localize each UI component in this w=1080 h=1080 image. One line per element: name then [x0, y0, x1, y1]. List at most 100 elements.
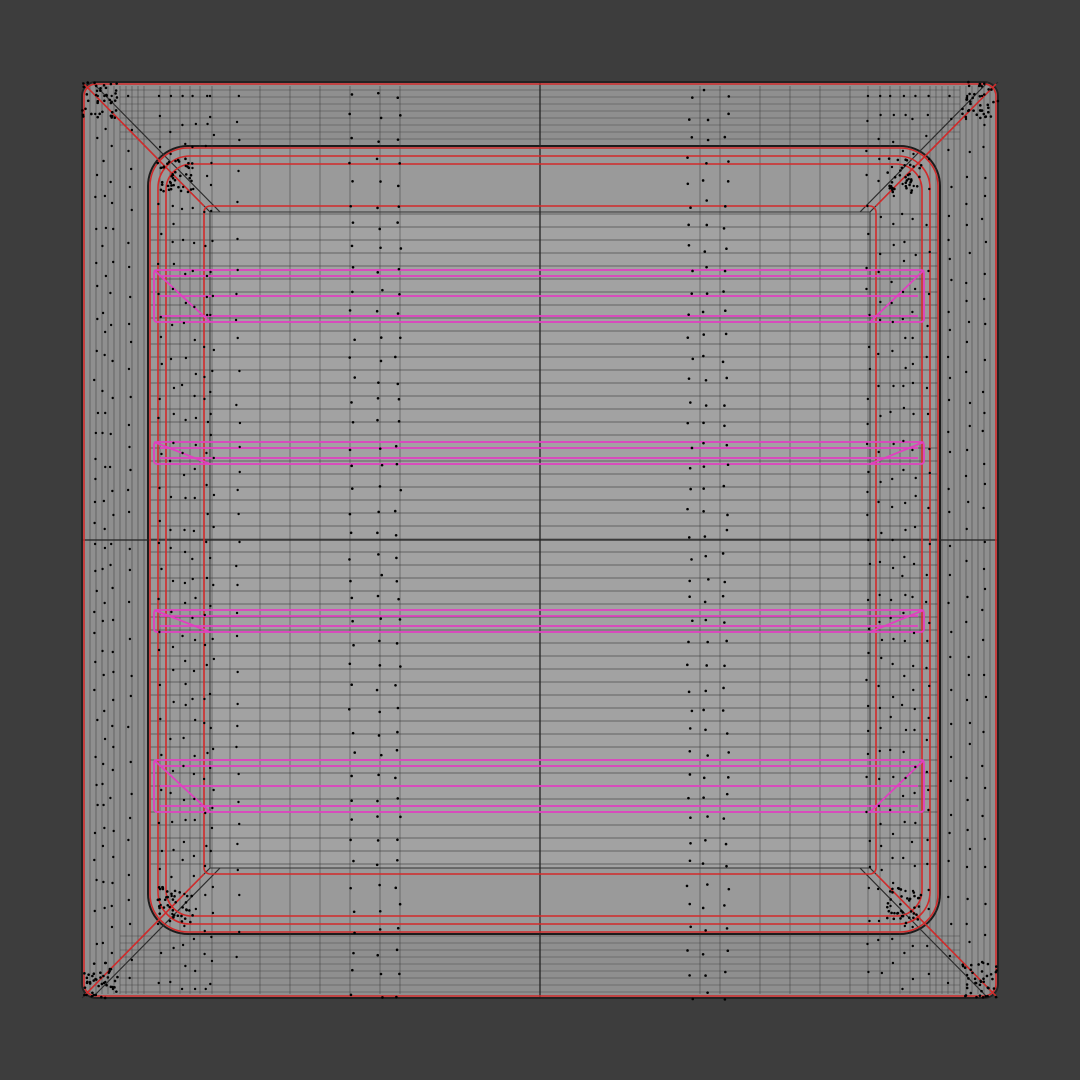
vertex [906, 173, 910, 177]
vertex [114, 89, 118, 92]
vertex [156, 898, 160, 902]
3d-viewport[interactable] [0, 0, 1080, 1080]
vertex [110, 100, 113, 104]
vertex [193, 969, 197, 973]
vertex [981, 814, 984, 818]
vertex [351, 968, 354, 972]
vertex [904, 336, 907, 340]
vertex [724, 205, 727, 208]
vertex [877, 804, 881, 808]
vertex [127, 367, 131, 371]
vertex [992, 100, 995, 104]
vertex [206, 122, 209, 126]
wireframe-mesh[interactable] [0, 0, 1080, 1080]
vertex [112, 513, 115, 517]
vertex [184, 964, 187, 968]
vertex [347, 707, 351, 711]
vertex [99, 976, 102, 979]
vertex [113, 99, 117, 102]
vertex [96, 115, 100, 119]
vertex [925, 738, 929, 742]
vertex [157, 648, 161, 652]
vertex [706, 883, 709, 886]
vertex [348, 112, 351, 116]
vertex [204, 144, 208, 148]
vertex [980, 960, 984, 964]
vertex [904, 113, 907, 117]
vertex [110, 110, 114, 114]
vertex [348, 161, 351, 165]
vertex [947, 238, 950, 242]
vertex [203, 721, 206, 725]
vertex [170, 894, 173, 898]
vertex [968, 721, 972, 725]
vertex [182, 798, 186, 802]
vertex [160, 567, 163, 571]
vertex [212, 348, 216, 352]
vertex [900, 895, 903, 898]
vertex [980, 989, 983, 993]
vertex [180, 987, 184, 991]
vertex [235, 955, 238, 959]
vertex [172, 441, 175, 445]
vertex [891, 937, 894, 941]
vertex [172, 412, 176, 416]
vertex [984, 176, 987, 180]
vertex [109, 180, 112, 184]
vertex [926, 324, 929, 328]
vertex [967, 673, 971, 677]
vertex [101, 110, 104, 114]
vertex [927, 716, 930, 720]
vertex [702, 776, 706, 780]
vertex [236, 670, 239, 674]
vertex [915, 913, 918, 916]
vertex [176, 914, 180, 917]
vertex [157, 981, 160, 985]
vertex [727, 887, 731, 891]
vertex [94, 195, 97, 199]
vertex [877, 938, 880, 942]
vertex [158, 519, 162, 523]
vertex [968, 100, 972, 103]
vertex [103, 996, 107, 1000]
vertex [85, 93, 89, 96]
vertex [397, 267, 401, 271]
vertex [903, 674, 906, 678]
vertex [210, 935, 213, 939]
vertex [376, 839, 380, 842]
vertex [235, 403, 238, 407]
vertex [702, 333, 706, 336]
vertex [891, 538, 894, 542]
vertex [115, 96, 119, 99]
vertex [890, 280, 893, 284]
vertex [904, 889, 907, 893]
vertex [725, 376, 729, 380]
vertex [926, 862, 929, 866]
vertex [104, 465, 107, 469]
vertex [925, 134, 928, 138]
vertex [377, 140, 380, 143]
vertex [866, 752, 870, 756]
vertex [904, 181, 908, 185]
vertex [376, 799, 379, 803]
vertex [947, 601, 950, 605]
vertex [926, 944, 929, 948]
vertex [209, 209, 213, 213]
vertex [982, 145, 985, 149]
vertex [902, 611, 905, 615]
vertex [899, 169, 902, 172]
vertex [203, 613, 206, 617]
vertex [705, 162, 708, 165]
vertex [983, 272, 986, 276]
vertex [376, 815, 379, 818]
vertex [912, 912, 916, 915]
vertex [965, 559, 968, 563]
vertex [191, 145, 194, 149]
vertex [211, 747, 215, 751]
vertex [159, 188, 163, 192]
vertex [180, 207, 184, 211]
vertex [349, 838, 352, 842]
vertex [349, 579, 352, 583]
vertex [879, 215, 883, 219]
vertex [904, 921, 908, 925]
